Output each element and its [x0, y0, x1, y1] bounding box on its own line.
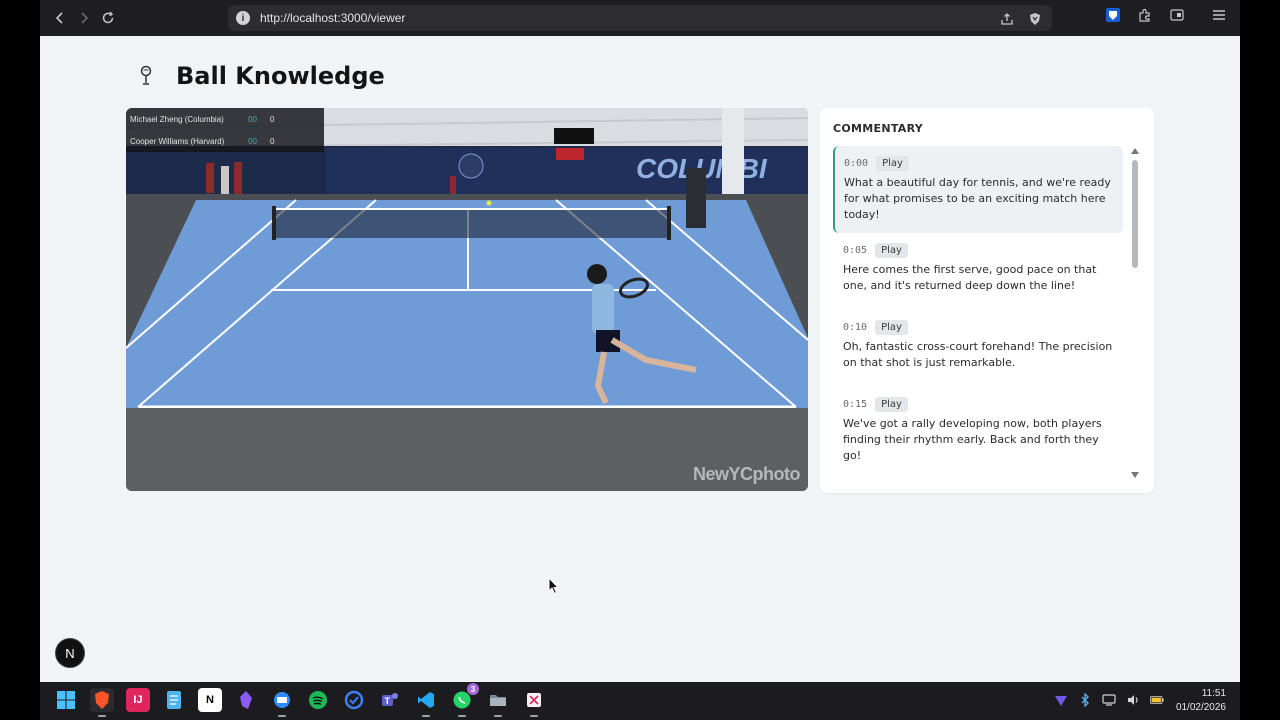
- url-text: http://localhost:3000/viewer: [260, 11, 406, 25]
- reload-icon[interactable]: [96, 6, 120, 30]
- video-player[interactable]: COLUMBI: [126, 108, 808, 491]
- player-points: 0: [270, 114, 275, 124]
- play-button[interactable]: Play: [875, 243, 908, 258]
- notepad-icon[interactable]: [162, 688, 186, 712]
- menu-icon[interactable]: [1210, 6, 1228, 24]
- play-button[interactable]: Play: [875, 320, 908, 335]
- commentary-item-active[interactable]: 0:00 Play What a beautiful day for tenni…: [833, 146, 1123, 233]
- mouse-cursor-icon: [548, 576, 560, 599]
- todo-icon[interactable]: [342, 688, 366, 712]
- clock-date: 01/02/2026: [1175, 702, 1226, 713]
- comment-timestamp: 0:05: [843, 245, 868, 256]
- obsidian-icon[interactable]: [234, 688, 258, 712]
- brave-shield-icon[interactable]: [1026, 10, 1044, 28]
- comment-text: What a beautiful day for tennis, and we'…: [844, 176, 1111, 221]
- battery-icon[interactable]: [1150, 693, 1164, 707]
- teams-icon[interactable]: T: [378, 688, 402, 712]
- video-watermark: NewYCphoto: [693, 464, 801, 484]
- page-header: Ball Knowledge: [136, 62, 385, 90]
- player-games: 00: [248, 136, 257, 146]
- comment-text: We've got a rally developing now, both p…: [843, 417, 1102, 462]
- player-name: Cooper Williams (Harvard): [130, 136, 225, 146]
- scroll-up-icon[interactable]: [1131, 148, 1139, 154]
- volume-icon[interactable]: [1126, 693, 1140, 707]
- snipping-tool-icon[interactable]: [522, 688, 546, 717]
- commentary-list[interactable]: 0:00 Play What a beautiful day for tenni…: [833, 146, 1123, 486]
- share-icon[interactable]: [998, 10, 1016, 28]
- nextjs-dev-badge[interactable]: N: [55, 638, 85, 668]
- bluetooth-icon[interactable]: [1078, 693, 1092, 707]
- address-bar[interactable]: i http://localhost:3000/viewer: [228, 5, 1052, 31]
- bitwarden-extension-icon[interactable]: [1104, 6, 1122, 24]
- commentary-scrollbar[interactable]: [1131, 148, 1139, 478]
- play-button[interactable]: Play: [876, 156, 909, 171]
- comment-timestamp: 0:15: [843, 399, 868, 410]
- scrollbar-thumb[interactable]: [1132, 160, 1138, 268]
- whatsapp-icon[interactable]: 3: [450, 683, 479, 717]
- player-games: 00: [248, 114, 257, 124]
- commentary-item[interactable]: 0:05 Play Here comes the first serve, go…: [833, 233, 1123, 310]
- browser-toolbar: i http://localhost:3000/viewer: [40, 0, 1240, 36]
- scoreboard-row: Michael Zheng (Columbia) 00 0: [126, 108, 324, 130]
- player-points: 0: [270, 136, 275, 146]
- spotify-icon[interactable]: [306, 688, 330, 712]
- extensions-icon[interactable]: [1136, 6, 1154, 24]
- player-name: Michael Zheng (Columbia): [130, 114, 224, 124]
- chat-app-icon[interactable]: [270, 688, 294, 717]
- back-icon[interactable]: [48, 6, 72, 30]
- page-viewport: Ball Knowledge COLUMBI: [40, 36, 1240, 682]
- commentary-heading: COMMENTARY: [833, 122, 924, 135]
- notion-icon[interactable]: N: [198, 688, 222, 712]
- file-explorer-icon[interactable]: [486, 688, 510, 717]
- vscode-icon[interactable]: [414, 688, 438, 717]
- commentary-item[interactable]: 0:15 Play We've got a rally developing n…: [833, 387, 1123, 474]
- sidebar-icon[interactable]: [1168, 6, 1186, 24]
- start-icon[interactable]: [54, 688, 78, 712]
- comment-timestamp: 0:00: [844, 158, 869, 169]
- site-info-icon[interactable]: i: [236, 11, 250, 25]
- comment-text: Here comes the first serve, good pace on…: [843, 263, 1097, 292]
- scoreboard-row: Cooper Williams (Harvard) 00 0: [126, 130, 324, 152]
- comment-text: Oh, fantastic cross-court forehand! The …: [843, 340, 1113, 369]
- notification-badge: 3: [467, 683, 479, 695]
- commentary-item[interactable]: 0:10 Play Oh, fantastic cross-court fore…: [833, 310, 1123, 387]
- svg-text:T: T: [385, 696, 391, 706]
- system-tray: [1054, 693, 1164, 707]
- commentary-panel: COMMENTARY 0:00 Play What a beautiful da…: [820, 108, 1154, 493]
- play-button[interactable]: Play: [875, 397, 908, 412]
- windows-taskbar: IJ N T 3 11:51 01/02/2026: [40, 682, 1240, 720]
- forward-icon[interactable]: [72, 6, 96, 30]
- microphone-icon: [136, 64, 156, 88]
- page-title: Ball Knowledge: [176, 62, 385, 90]
- comment-timestamp: 0:10: [843, 322, 868, 333]
- clock-time: 11:51: [1201, 688, 1226, 699]
- taskbar-clock[interactable]: 11:51 01/02/2026: [1176, 687, 1226, 715]
- vpn-icon[interactable]: [1054, 693, 1068, 707]
- scoreboard-overlay: Michael Zheng (Columbia) 00 0 Cooper Wil…: [126, 108, 324, 152]
- network-icon[interactable]: [1102, 693, 1116, 707]
- scroll-down-icon[interactable]: [1131, 472, 1139, 478]
- brave-browser-icon[interactable]: [90, 688, 114, 717]
- tennis-court-scene: COLUMBI: [126, 108, 808, 491]
- jetbrains-icon[interactable]: IJ: [126, 688, 150, 712]
